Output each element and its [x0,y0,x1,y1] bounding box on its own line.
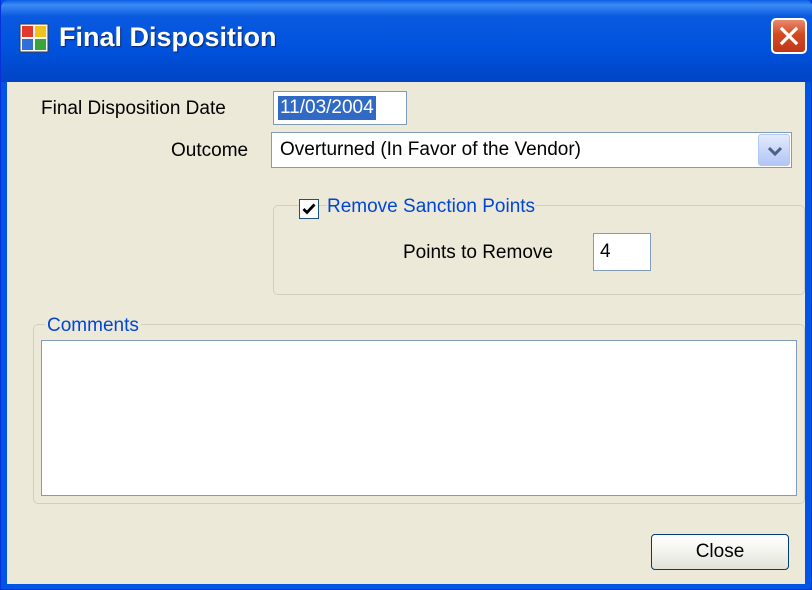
outcome-dropdown-button[interactable] [758,134,790,166]
close-button[interactable]: Close [651,534,789,570]
close-window-button[interactable] [771,18,807,54]
close-icon [779,26,799,46]
points-field[interactable]: 4 [593,233,651,271]
comments-textarea[interactable] [41,340,797,496]
outcome-value: Overturned (In Favor of the Vendor) [280,139,581,160]
app-form-icon [19,23,49,53]
date-field[interactable]: 11/03/2004 [273,91,407,125]
points-label: Points to Remove [403,242,553,263]
remove-sanction-checkbox[interactable] [299,199,319,219]
outcome-label: Outcome [171,140,249,161]
remove-sanction-label[interactable]: Remove Sanction Points [327,196,536,218]
date-value: 11/03/2004 [278,96,376,120]
title-bar[interactable]: Final Disposition [1,0,812,82]
chevron-down-icon [768,146,782,157]
date-label: Final Disposition Date [41,98,226,119]
outcome-select[interactable]: Overturned (In Favor of the Vendor) [271,132,792,168]
checkmark-icon [302,203,316,215]
dialog-body: Final Disposition Date 11/03/2004 Outcom… [7,82,805,584]
points-value: 4 [600,241,611,262]
window-title: Final Disposition [59,22,277,52]
comments-label: Comments [45,315,141,337]
dialog-window: Final Disposition Final Disposition Date… [0,0,812,590]
